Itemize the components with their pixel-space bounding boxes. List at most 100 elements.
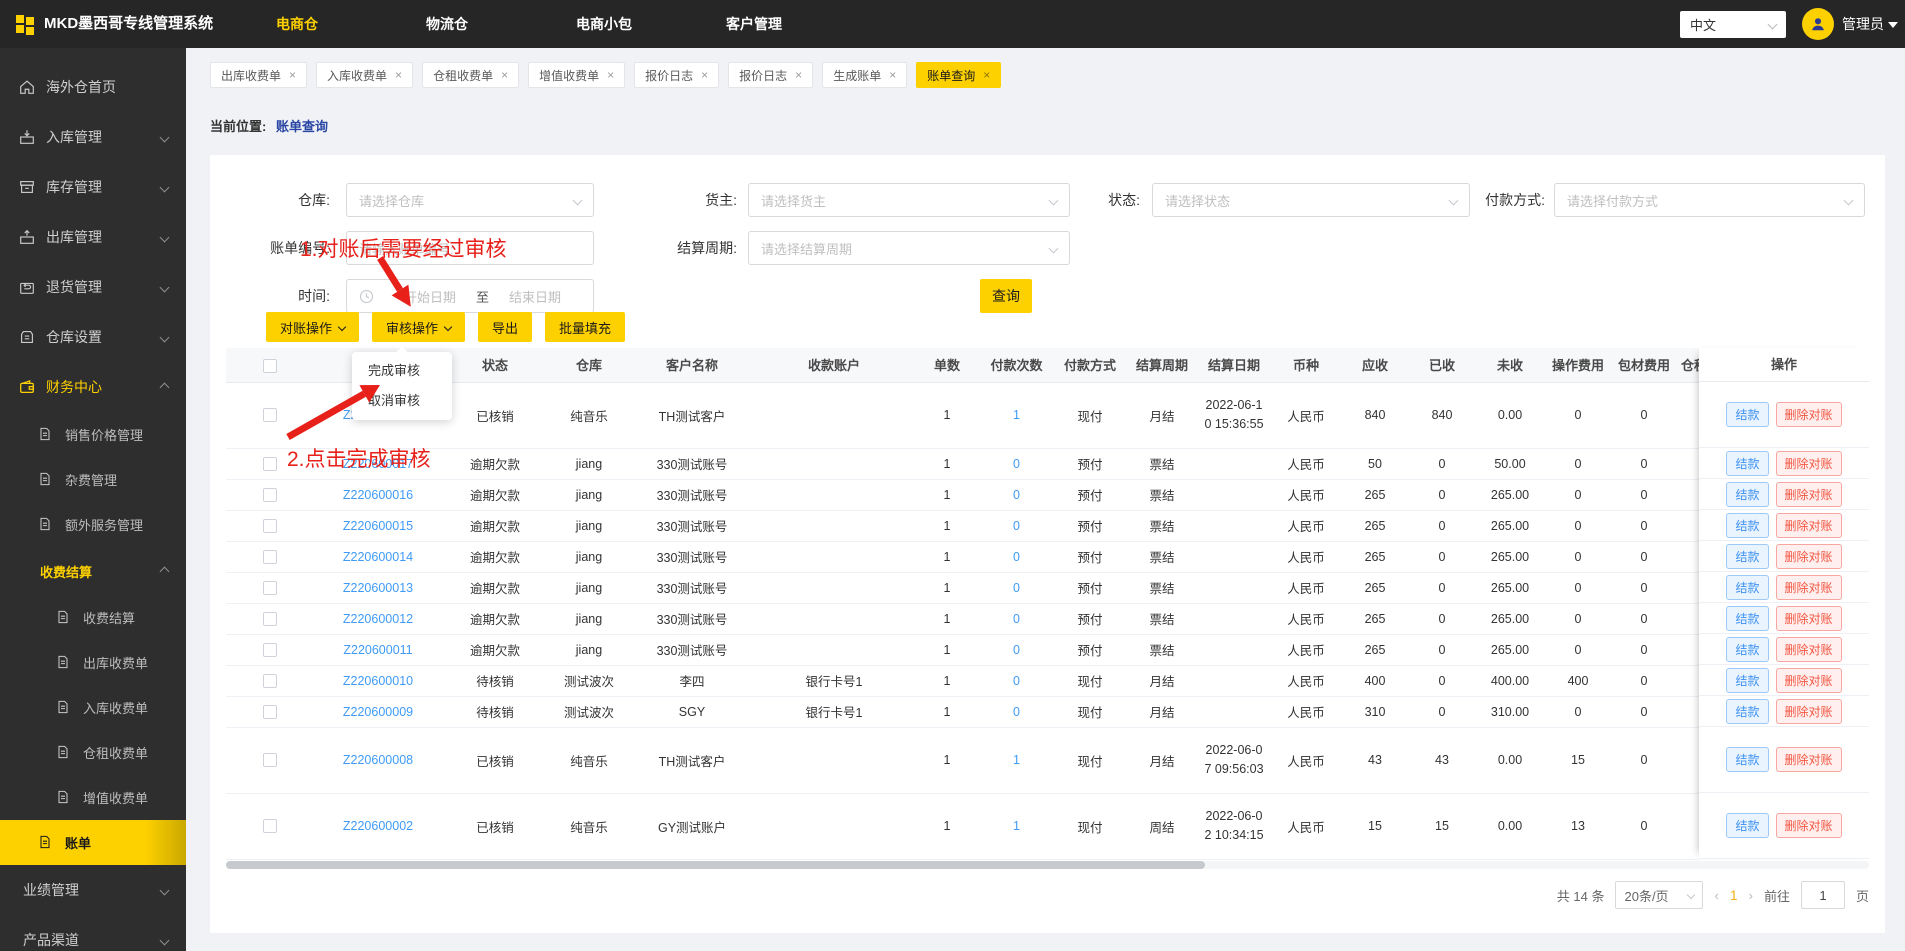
sidebar-item-7[interactable]: 销售价格管理 <box>0 412 186 457</box>
bill-no-link[interactable]: Z220600013 <box>314 572 442 604</box>
page-size-select[interactable]: 20条/页 <box>1615 881 1704 909</box>
close-icon[interactable]: × <box>889 68 896 82</box>
row-checkbox[interactable] <box>263 456 277 471</box>
sidebar-item-16[interactable]: 账单 <box>0 820 186 865</box>
pay-count-link[interactable]: 0 <box>980 634 1053 666</box>
export-button[interactable]: 导出 <box>478 312 533 342</box>
audit-actions-button[interactable]: 审核操作 <box>372 312 466 342</box>
reconcile-actions-button[interactable]: 对账操作 <box>266 312 360 342</box>
sidebar-item-12[interactable]: 出库收费单 <box>0 640 186 685</box>
pay-count-link[interactable]: 0 <box>980 665 1053 697</box>
language-select[interactable]: 中文 <box>1680 11 1786 38</box>
pay-count-link[interactable]: 0 <box>980 572 1053 604</box>
topnav-item-3[interactable]: 客户管理 <box>726 0 782 48</box>
delete-reconcile-button[interactable]: 删除对账 <box>1775 481 1842 507</box>
current-page[interactable]: 1 <box>1730 887 1738 903</box>
sidebar-item-6[interactable]: 财务中心 <box>0 362 186 412</box>
delete-reconcile-button[interactable]: 删除对账 <box>1775 747 1842 772</box>
bill-no-link[interactable]: Z220600002 <box>314 793 442 860</box>
pay-count-link[interactable]: 1 <box>980 727 1053 794</box>
sidebar-item-8[interactable]: 杂费管理 <box>0 457 186 502</box>
audit-menu-item-1[interactable]: 取消审核 <box>352 386 452 416</box>
sidebar-item-0[interactable]: 海外仓首页 <box>0 62 186 112</box>
sidebar-item-10[interactable]: 收费结算 <box>0 547 186 595</box>
close-icon[interactable]: × <box>501 68 508 82</box>
bill-no-link[interactable]: Z220600011 <box>314 634 442 666</box>
settle-button[interactable]: 结款 <box>1726 402 1769 427</box>
warehouse-select[interactable]: 请选择仓库 <box>346 183 594 217</box>
delete-reconcile-button[interactable]: 删除对账 <box>1775 813 1842 838</box>
tab-4[interactable]: 报价日志 × <box>634 62 720 88</box>
pay-count-link[interactable]: 0 <box>980 603 1053 635</box>
settle-button[interactable]: 结款 <box>1726 747 1769 772</box>
pay-count-link[interactable]: 1 <box>980 382 1053 449</box>
pay-count-link[interactable]: 0 <box>980 510 1053 542</box>
bill-no-link[interactable]: Z220600014 <box>314 541 442 573</box>
settle-button[interactable]: 结款 <box>1726 450 1769 476</box>
delete-reconcile-button[interactable]: 删除对账 <box>1775 512 1842 538</box>
delete-reconcile-button[interactable]: 删除对账 <box>1775 605 1842 631</box>
audit-menu-item-0[interactable]: 完成审核 <box>352 356 452 386</box>
sidebar-item-18[interactable]: 产品渠道 <box>0 915 186 951</box>
settle-button[interactable]: 结款 <box>1726 667 1769 693</box>
table-scroll-area[interactable]: 账单编号状态仓库客户名称收款账户单数付款次数付款方式结算周期结算日期币种应收已收… <box>226 348 1699 860</box>
close-icon[interactable]: × <box>795 68 802 82</box>
pay-count-link[interactable]: 1 <box>980 793 1053 860</box>
settle-button[interactable]: 结款 <box>1726 813 1769 838</box>
sidebar-item-14[interactable]: 仓租收费单 <box>0 730 186 775</box>
sidebar-item-9[interactable]: 额外服务管理 <box>0 502 186 547</box>
row-checkbox[interactable] <box>263 580 277 595</box>
settle-button[interactable]: 结款 <box>1726 512 1769 538</box>
topnav-item-2[interactable]: 电商小包 <box>576 0 632 48</box>
row-checkbox[interactable] <box>263 487 277 502</box>
breadcrumb-current[interactable]: 账单查询 <box>276 119 328 134</box>
topnav-item-1[interactable]: 物流仓 <box>426 0 468 48</box>
row-checkbox[interactable] <box>263 611 277 626</box>
owner-select[interactable]: 请选择货主 <box>748 183 1070 217</box>
settle-button[interactable]: 结款 <box>1726 605 1769 631</box>
sidebar-item-17[interactable]: 业绩管理 <box>0 865 186 915</box>
delete-reconcile-button[interactable]: 删除对账 <box>1775 450 1842 476</box>
batch-fill-button[interactable]: 批量填充 <box>545 312 626 342</box>
tab-1[interactable]: 入库收费单 × <box>316 62 414 88</box>
goto-page-input[interactable] <box>1800 881 1845 909</box>
settle-button[interactable]: 结款 <box>1726 636 1769 662</box>
delete-reconcile-button[interactable]: 删除对账 <box>1775 402 1842 427</box>
horizontal-scrollbar-thumb[interactable] <box>226 861 1205 869</box>
status-select[interactable]: 请选择状态 <box>1152 183 1470 217</box>
row-checkbox[interactable] <box>263 704 277 719</box>
admin-menu[interactable]: 管理员 <box>1842 0 1884 48</box>
next-page-button[interactable]: › <box>1749 888 1753 903</box>
sidebar-item-13[interactable]: 入库收费单 <box>0 685 186 730</box>
prev-page-button[interactable]: ‹ <box>1714 888 1718 903</box>
pay-count-link[interactable]: 0 <box>980 448 1053 480</box>
close-icon[interactable]: × <box>395 68 402 82</box>
tab-6[interactable]: 生成账单 × <box>822 62 908 88</box>
select-all-checkbox[interactable] <box>263 358 277 373</box>
row-checkbox[interactable] <box>263 408 277 423</box>
bill-no-link[interactable]: Z220600016 <box>314 479 442 511</box>
pay-count-link[interactable]: 0 <box>980 479 1053 511</box>
sidebar-item-2[interactable]: 库存管理 <box>0 162 186 212</box>
sidebar-item-1[interactable]: 入库管理 <box>0 112 186 162</box>
row-checkbox[interactable] <box>263 642 277 657</box>
avatar[interactable] <box>1802 8 1834 40</box>
close-icon[interactable]: × <box>701 68 708 82</box>
search-button[interactable]: 查询 <box>980 279 1032 313</box>
sidebar-item-3[interactable]: 出库管理 <box>0 212 186 262</box>
tab-7[interactable]: 账单查询 × <box>916 62 1002 88</box>
delete-reconcile-button[interactable]: 删除对账 <box>1775 543 1842 569</box>
sidebar-item-11[interactable]: 收费结算 <box>0 595 186 640</box>
row-checkbox[interactable] <box>263 673 277 688</box>
row-checkbox[interactable] <box>263 518 277 533</box>
cycle-select[interactable]: 请选择结算周期 <box>748 231 1070 265</box>
horizontal-scrollbar-track[interactable] <box>226 861 1869 869</box>
sidebar-item-4[interactable]: 退货管理 <box>0 262 186 312</box>
date-range-picker[interactable]: 开始日期 至 结束日期 <box>346 279 594 313</box>
tab-2[interactable]: 仓租收费单 × <box>422 62 520 88</box>
tab-3[interactable]: 增值收费单 × <box>528 62 626 88</box>
pay-count-link[interactable]: 0 <box>980 696 1053 728</box>
tab-5[interactable]: 报价日志 × <box>728 62 814 88</box>
bill-no-link[interactable]: Z220600015 <box>314 510 442 542</box>
pay-method-select[interactable]: 请选择付款方式 <box>1554 183 1865 217</box>
